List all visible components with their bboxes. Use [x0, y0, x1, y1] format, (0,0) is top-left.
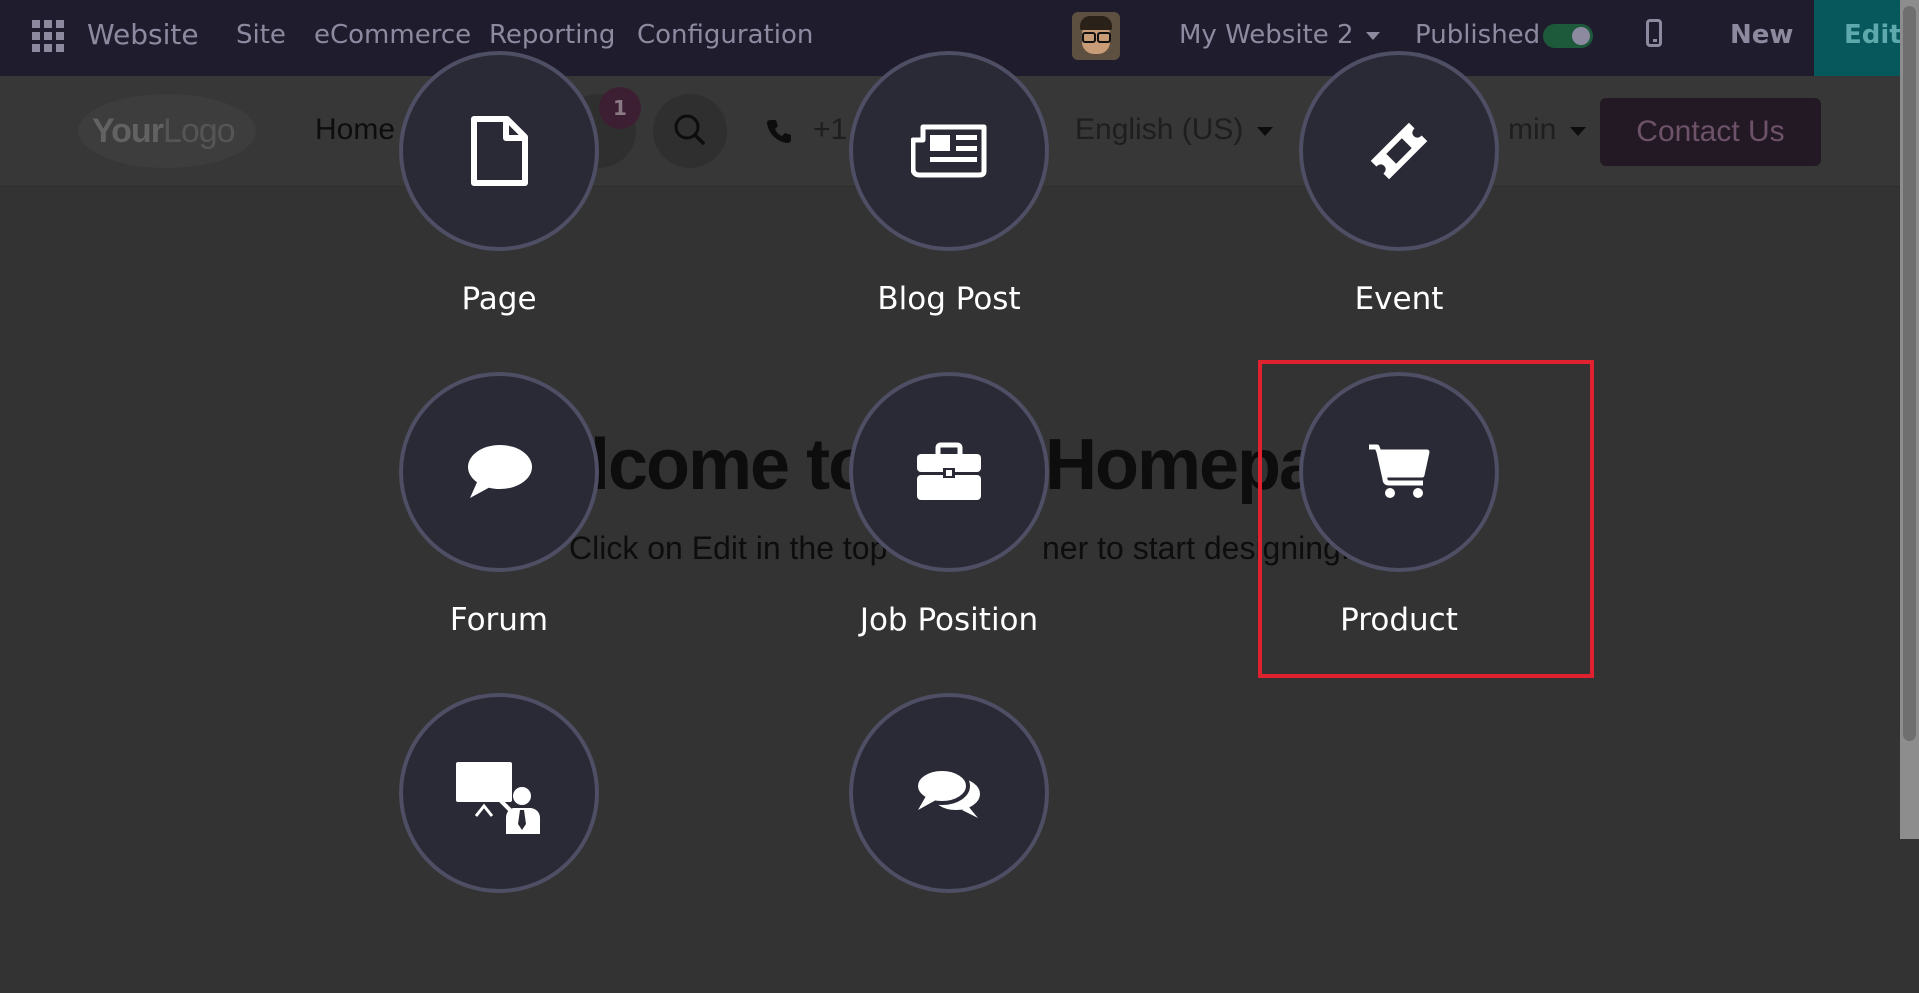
vertical-scrollbar[interactable]	[1900, 0, 1919, 839]
new-course-option[interactable]	[342, 693, 662, 993]
edit-button[interactable]: Edit	[1814, 0, 1902, 76]
new-job-position-option[interactable]: Job Position	[792, 372, 1112, 672]
chevron-down-icon	[1570, 126, 1587, 136]
new-forum-option[interactable]: Forum	[342, 372, 662, 672]
new-event-button[interactable]	[1299, 51, 1499, 251]
comment-icon	[468, 445, 532, 498]
highlight-box	[1258, 360, 1594, 678]
new-blog-post-button[interactable]	[849, 51, 1049, 251]
search-button[interactable]	[653, 94, 727, 168]
new-event-label: Event	[1354, 281, 1444, 317]
phone-icon	[767, 120, 791, 143]
new-forum-button[interactable]	[399, 372, 599, 572]
app-name[interactable]: Website	[87, 0, 199, 76]
new-livechat-button[interactable]	[849, 693, 1049, 893]
new-livechat-option[interactable]	[792, 693, 1112, 993]
new-event-option[interactable]: Event	[1242, 51, 1562, 351]
new-page-label: Page	[461, 281, 537, 317]
apps-menu-icon[interactable]	[32, 20, 64, 52]
scrollbar-thumb[interactable]	[1903, 6, 1916, 741]
logo-text-bold: Your	[92, 112, 164, 150]
new-job-position-button[interactable]	[849, 372, 1049, 572]
new-page-option[interactable]: Page	[342, 51, 662, 351]
published-toggle[interactable]	[1543, 24, 1593, 48]
search-icon	[674, 114, 705, 145]
new-blog-post-option[interactable]: Blog Post	[792, 51, 1112, 351]
new-page-button[interactable]	[399, 51, 599, 251]
menu-configuration[interactable]: Configuration	[637, 0, 813, 76]
new-forum-label: Forum	[449, 602, 549, 638]
file-icon	[471, 116, 528, 186]
newspaper-icon	[911, 124, 987, 178]
chevron-down-icon	[1365, 31, 1380, 40]
site-logo[interactable]: YourLogo	[78, 94, 256, 168]
comments-icon	[914, 767, 984, 818]
mobile-preview-icon[interactable]	[1646, 19, 1662, 47]
website-switcher-label: My Website 2	[1179, 20, 1354, 50]
ticket-icon	[1370, 122, 1428, 180]
new-job-position-label: Job Position	[859, 602, 1039, 638]
contact-us-button[interactable]: Contact Us	[1600, 98, 1821, 166]
presentation-icon	[456, 762, 540, 834]
new-button[interactable]: New	[1730, 0, 1793, 76]
new-blog-post-label: Blog Post	[877, 281, 1021, 317]
subtitle-edit: Edit	[691, 530, 747, 566]
logo-text: Logo	[162, 112, 236, 150]
menu-site[interactable]: Site	[236, 0, 286, 76]
new-course-button[interactable]	[399, 693, 599, 893]
briefcase-icon	[917, 442, 981, 500]
